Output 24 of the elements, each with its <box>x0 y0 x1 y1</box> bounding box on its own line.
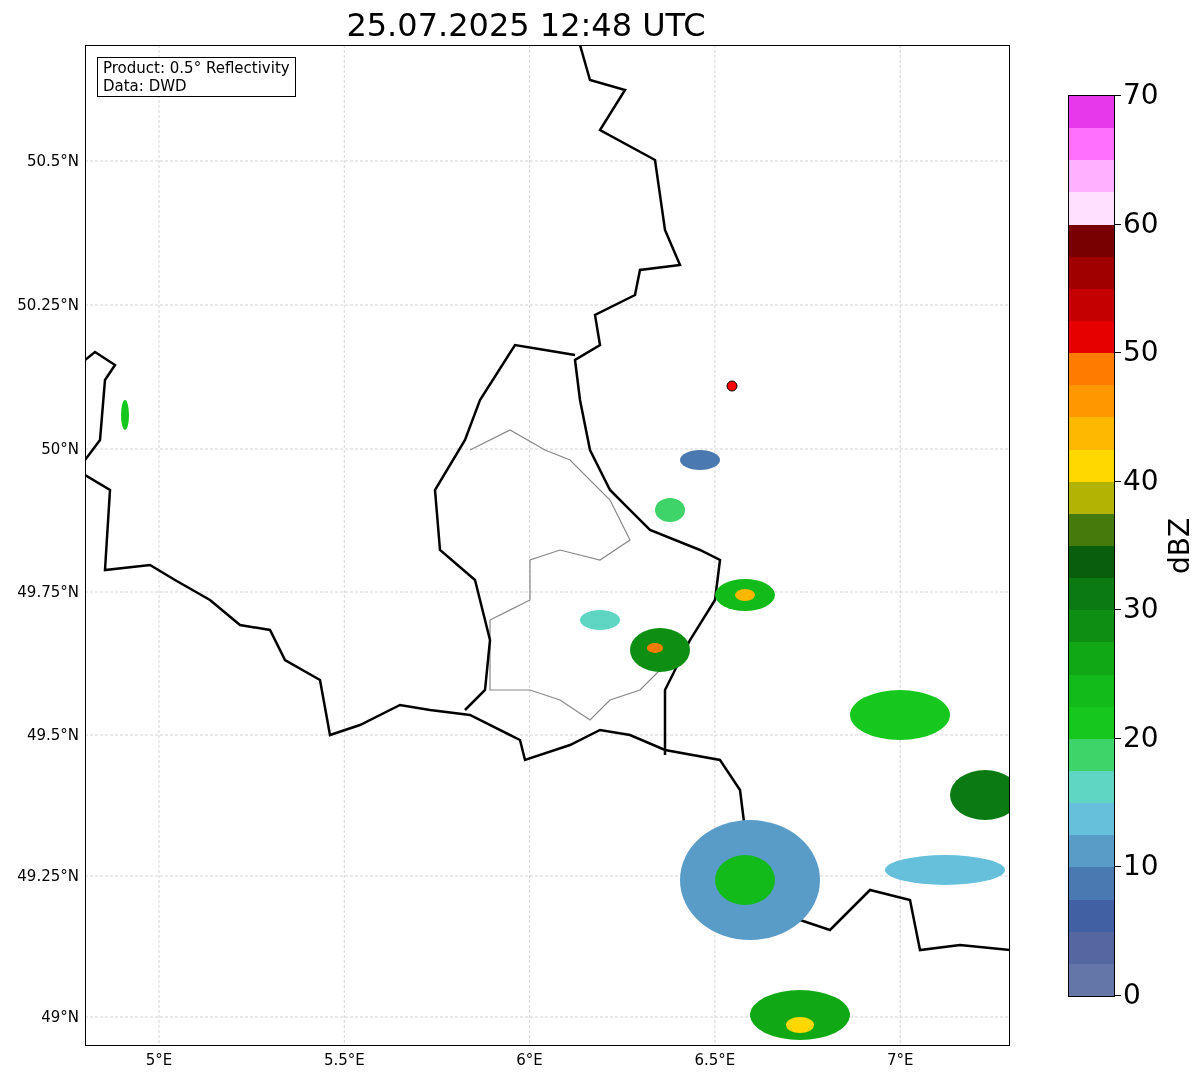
info-text: Product: 0.5° Reflectivity <box>103 59 290 77</box>
latitude-label: 49.25°N <box>17 867 79 885</box>
latitude-label: 49°N <box>41 1008 79 1026</box>
longitude-label: 7°E <box>886 1051 914 1069</box>
longitude-label: 6.5°E <box>694 1051 736 1069</box>
colorbar-tick-label: 0 <box>1123 979 1141 1011</box>
latitude-label: 49.75°N <box>17 583 79 601</box>
colorbar-tick-label: 30 <box>1123 593 1159 626</box>
longitude-label: 5.5°E <box>323 1051 365 1069</box>
latitude-label: 50.5°N <box>26 152 79 170</box>
latitude-label: 50°N <box>41 440 79 458</box>
colorbar-label: dBZ <box>1162 517 1197 575</box>
colorbar-tick-label: 60 <box>1123 207 1159 240</box>
info-text: Data: DWD <box>103 77 188 95</box>
colorbar-tick-label: 50 <box>1123 336 1159 369</box>
colorbar-tick-label: 70 <box>1123 79 1159 111</box>
latitude-label: 50.25°N <box>17 296 79 314</box>
longitude-label: 6°E <box>516 1051 543 1069</box>
chart-title: 25.07.2025 12:48 UTC <box>346 5 706 45</box>
colorbar-tick-label: 40 <box>1123 464 1159 497</box>
latitude-label: 49.5°N <box>26 726 79 744</box>
colorbar-tick-label: 20 <box>1123 721 1159 754</box>
longitude-label: 5°E <box>145 1051 173 1069</box>
colorbar-tick-label: 10 <box>1123 850 1159 883</box>
